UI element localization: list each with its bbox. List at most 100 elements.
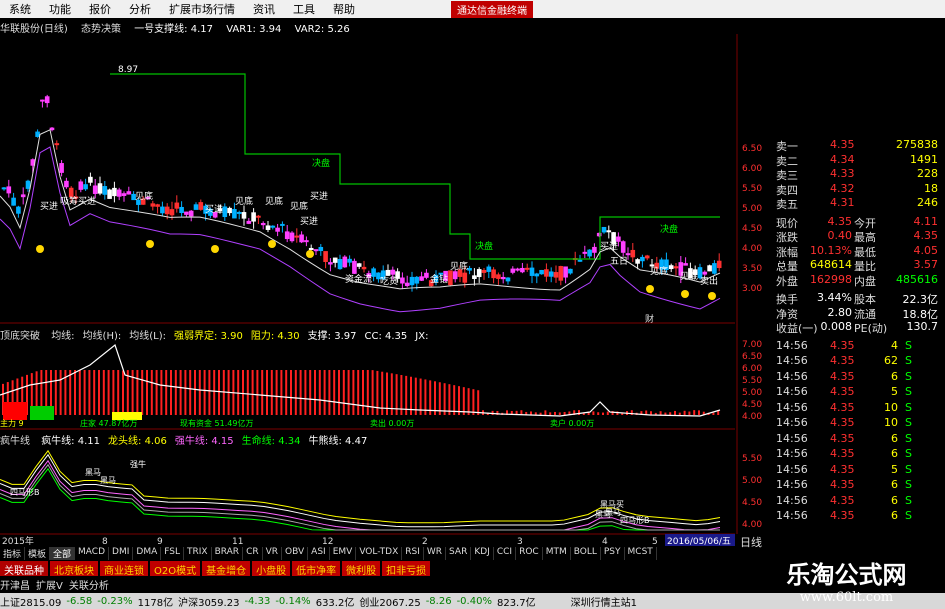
indicator2-label: 黑马 xyxy=(595,510,611,519)
tick-side: S xyxy=(905,509,912,522)
bottom-tool-row: 开津昌 扩展V 关联分析 xyxy=(0,577,740,592)
coin-icon xyxy=(36,245,44,253)
indicator1-chart[interactable]: 主力 9 庄家 47.87亿万 现有资金 51.49亿万 卖出 0.00万 卖户 0.0… xyxy=(0,340,735,430)
menu-item-6[interactable]: 工具 xyxy=(284,1,324,17)
tab-trix[interactable]: TRIX xyxy=(184,547,212,560)
date-tick: 5 xyxy=(652,537,658,546)
scale-tick: 6.50 xyxy=(742,144,763,154)
tab-macd[interactable]: MACD xyxy=(75,547,110,560)
tab-roc[interactable]: ROC xyxy=(516,547,543,560)
menu-item-2[interactable]: 报价 xyxy=(80,1,120,17)
related-tab[interactable]: 微利股 xyxy=(342,561,381,577)
tab-obv[interactable]: OBV xyxy=(282,547,309,560)
indicator2-label: 强牛 xyxy=(130,459,146,469)
menu-item-1[interactable]: 功能 xyxy=(40,1,80,17)
tab-emv[interactable]: EMV xyxy=(330,547,357,560)
candle xyxy=(707,264,712,272)
tab-sar[interactable]: SAR xyxy=(446,547,472,560)
signal-block-red xyxy=(3,402,27,420)
tab-brar[interactable]: BRAR xyxy=(212,547,244,560)
related-tab[interactable]: O2O模式 xyxy=(150,561,201,577)
signal-block-green xyxy=(30,406,54,420)
tab-asi[interactable]: ASI xyxy=(308,547,330,560)
tab-rsi[interactable]: RSI xyxy=(402,547,424,560)
tab-dma[interactable]: DMA xyxy=(133,547,162,560)
coin-icon xyxy=(211,245,219,253)
status-item: 1178亿 xyxy=(137,597,174,609)
status-item: -6.58 xyxy=(66,595,93,607)
status-item: 633.2亿 xyxy=(315,597,355,609)
tool-button[interactable]: 开津昌 xyxy=(0,581,30,592)
related-tab[interactable]: 低市净率 xyxy=(292,561,341,577)
indicator1-footer: 卖户 0.00万 xyxy=(550,418,594,428)
tick-side: S xyxy=(905,385,912,398)
menu-item-4[interactable]: 扩展市场行情 xyxy=(160,1,244,17)
tick-side: S xyxy=(905,493,912,507)
menu-item-3[interactable]: 分析 xyxy=(120,1,160,17)
scale-tick: 7.00 xyxy=(742,340,763,350)
tab-指标[interactable]: 指标 xyxy=(0,547,26,560)
date-tick: 9 xyxy=(157,537,163,546)
menu-item-7[interactable]: 帮助 xyxy=(324,1,364,17)
signal-label: 买进 xyxy=(310,191,328,202)
signal-label: 买进 xyxy=(40,201,58,212)
tab-cr[interactable]: CR xyxy=(243,547,263,560)
tab-mcst[interactable]: MCST xyxy=(625,547,657,560)
scale-tick: 5.00 xyxy=(742,476,763,486)
tick-side: S xyxy=(905,400,912,414)
tab-psy[interactable]: PSY xyxy=(601,547,625,560)
tool-button[interactable]: 扩展V xyxy=(36,581,63,592)
tick-volume: 10 xyxy=(884,400,898,414)
tick-time: 14:56 xyxy=(776,400,808,414)
related-tab[interactable]: 北京板块 xyxy=(50,561,98,577)
menu-bar: 系统 功能 报价 分析 扩展市场行情 资讯 工具 帮助 通达信金融终端 xyxy=(0,0,945,18)
tick-side: S xyxy=(905,338,912,352)
menu-item-5[interactable]: 资讯 xyxy=(244,1,284,17)
indicator2-chart[interactable]: 四马形B黑马强牛黑马黑马买黑马四马形B黑马 xyxy=(0,445,735,535)
main-kline-chart[interactable]: 8.97买进见底买进见底 见底 见底买进买进决盘决盘决盘见底金钻见底 见底 卖出买进吸筹… xyxy=(0,34,735,324)
tab-fsl[interactable]: FSL xyxy=(161,547,184,560)
stat-value: 4.11 xyxy=(913,214,939,228)
tab-cci[interactable]: CCI xyxy=(494,547,517,560)
tick-side: S xyxy=(905,416,912,429)
tab-wr[interactable]: WR xyxy=(424,547,447,560)
indicator2-label: 四马形B xyxy=(620,516,650,525)
tab-mtm[interactable]: MTM xyxy=(543,547,571,560)
candle xyxy=(342,255,348,268)
related-tab[interactable]: 商业连锁 xyxy=(100,561,148,577)
tick-price: 4.35 xyxy=(830,369,855,383)
tick-time: 14:56 xyxy=(776,478,808,491)
tab-vol-tdx[interactable]: VOL-TDX xyxy=(356,547,403,560)
tick-time: 14:56 xyxy=(776,354,808,367)
brand-url: www.60lt.com xyxy=(799,590,894,605)
related-tab[interactable]: 小盘股 xyxy=(252,561,291,577)
scale-tick: 4.50 xyxy=(742,224,763,234)
signal-label: 见底 xyxy=(450,260,468,272)
related-tab[interactable]: 关联品种 xyxy=(0,561,48,577)
signal-label: 金钻 xyxy=(430,273,448,285)
tab-boll[interactable]: BOLL xyxy=(571,547,601,560)
status-item[interactable]: 深圳行情主站1 xyxy=(571,594,637,609)
tick-time: 14:56 xyxy=(776,447,808,460)
signal-label: 见底 xyxy=(235,195,253,207)
signal-label: 买进 xyxy=(300,216,318,227)
related-tab[interactable]: 扣非亏损 xyxy=(382,561,431,577)
promo-button[interactable]: 通达信金融终端 xyxy=(451,0,533,18)
tab-kdj[interactable]: KDJ xyxy=(471,547,494,560)
tab-dmi[interactable]: DMI xyxy=(109,547,134,560)
tab-全部[interactable]: 全部 xyxy=(50,547,76,560)
scale-tick: 5.00 xyxy=(742,388,763,398)
menu-item-0[interactable]: 系统 xyxy=(0,1,40,17)
tick-price: 4.35 xyxy=(830,447,855,460)
scale-tick: 6.50 xyxy=(742,352,763,362)
stat-value: 0.40 xyxy=(827,229,853,242)
tab-vr[interactable]: VR xyxy=(263,547,283,560)
coin-icon xyxy=(268,240,276,248)
tab-模板[interactable]: 模板 xyxy=(25,547,51,560)
related-tab[interactable]: 基金增仓 xyxy=(202,561,251,577)
tick-time: 14:56 xyxy=(776,493,808,507)
tool-button[interactable]: 关联分析 xyxy=(69,581,109,592)
scale-tick: 4.50 xyxy=(742,400,763,410)
fund-value: 130.7 xyxy=(906,320,939,333)
tick-time: 14:56 xyxy=(776,509,808,522)
